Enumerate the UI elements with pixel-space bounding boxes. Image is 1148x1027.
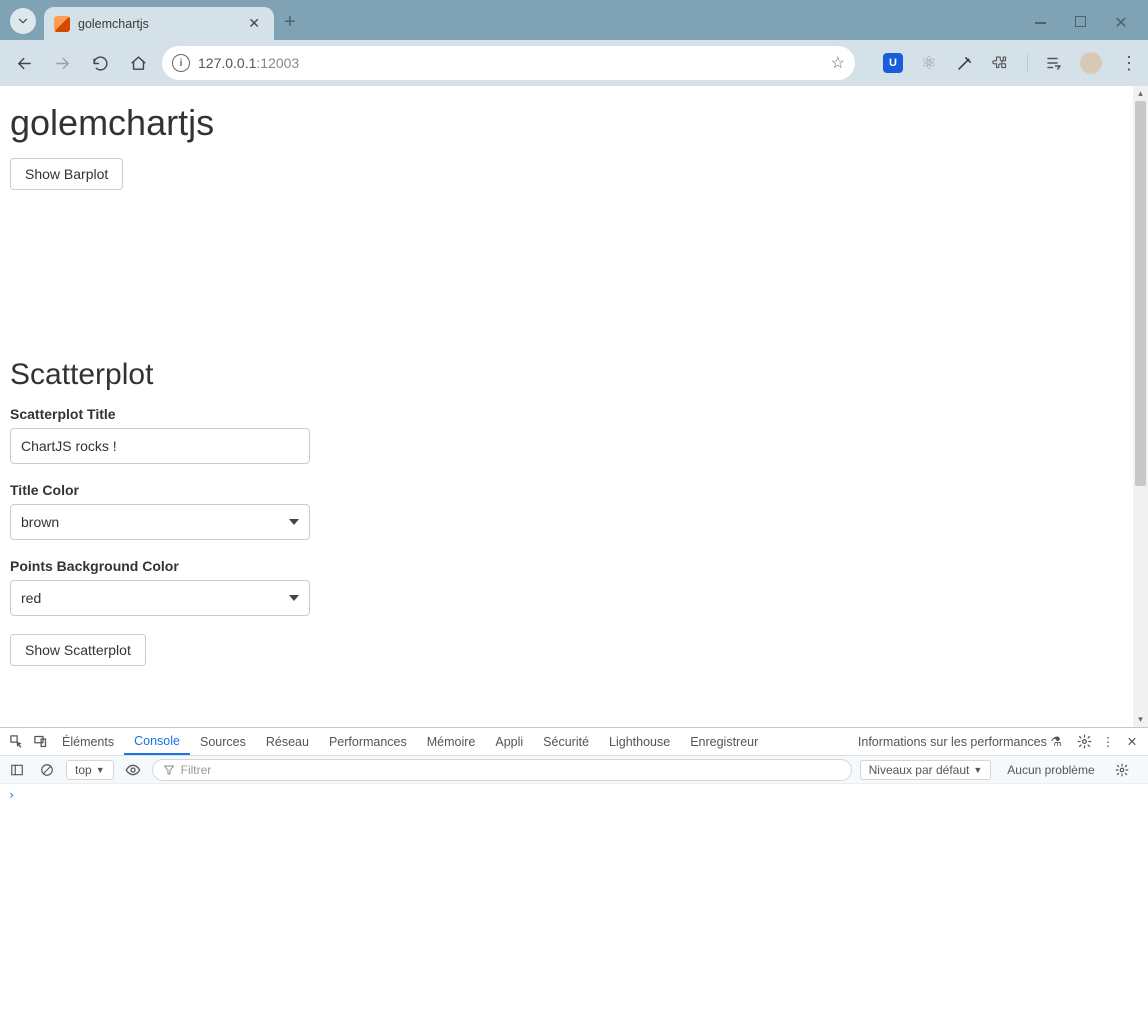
select-value: brown <box>21 514 59 530</box>
tab-search-button[interactable] <box>10 8 36 34</box>
bookmark-star-icon[interactable]: ☆ <box>831 53 845 73</box>
devtools-tab-elements[interactable]: Éléments <box>52 728 124 755</box>
address-bar[interactable]: i 127.0.0.1:12003 ☆ <box>162 46 855 80</box>
select-value: red <box>21 590 41 606</box>
devtools-tab-lighthouse[interactable]: Lighthouse <box>599 728 680 755</box>
devtools-tab-sources[interactable]: Sources <box>190 728 256 755</box>
points-bg-color-label: Points Background Color <box>10 558 1138 574</box>
devtools-panel: Éléments Console Sources Réseau Performa… <box>0 727 1148 1027</box>
devtools-settings-icon[interactable] <box>1072 734 1096 749</box>
chevron-down-icon <box>289 595 299 601</box>
console-issues-link[interactable]: Aucun problème <box>999 763 1102 777</box>
title-color-select[interactable]: brown <box>10 504 310 540</box>
devtools-tab-performance[interactable]: Performances <box>319 728 417 755</box>
scrollbar-thumb[interactable] <box>1135 101 1146 486</box>
browser-tab[interactable]: golemchartjs ✕ <box>44 7 274 40</box>
console-sidebar-toggle-icon[interactable] <box>6 763 28 777</box>
extension-react-devtools-icon[interactable]: ⚛ <box>919 53 939 73</box>
title-color-label: Title Color <box>10 482 1138 498</box>
inspect-element-icon[interactable] <box>4 734 28 749</box>
devtools-tab-perf-insights[interactable]: Informations sur les performances ⚗ <box>848 728 1072 755</box>
show-scatterplot-button[interactable]: Show Scatterplot <box>10 634 146 666</box>
forward-button[interactable] <box>48 49 76 77</box>
input-value: ChartJS rocks ! <box>21 438 117 454</box>
scatterplot-title-input[interactable]: ChartJS rocks ! <box>10 428 310 464</box>
live-expression-icon[interactable] <box>122 762 144 778</box>
window-minimize-button[interactable] <box>1033 16 1047 30</box>
window-maximize-button[interactable] <box>1075 16 1086 27</box>
devtools-tab-console[interactable]: Console <box>124 728 190 755</box>
devtools-tab-memory[interactable]: Mémoire <box>417 728 486 755</box>
extensions-menu-icon[interactable] <box>991 53 1011 73</box>
favicon-icon <box>54 16 70 32</box>
scatterplot-title-label: Scatterplot Title <box>10 406 1138 422</box>
console-settings-icon[interactable] <box>1111 763 1133 777</box>
devtools-menu-icon[interactable]: ⋮ <box>1096 734 1120 749</box>
devtools-tab-security[interactable]: Sécurité <box>533 728 599 755</box>
devtools-tabbar: Éléments Console Sources Réseau Performa… <box>0 728 1148 756</box>
tabstrip: golemchartjs ✕ + <box>0 0 1033 40</box>
tab-close-button[interactable]: ✕ <box>244 15 264 32</box>
new-tab-button[interactable]: + <box>284 11 296 34</box>
extension-icons: U ⚛ ⋮ <box>883 52 1138 74</box>
device-toolbar-icon[interactable] <box>28 734 52 749</box>
points-bg-color-select[interactable]: red <box>10 580 310 616</box>
console-clear-icon[interactable] <box>36 763 58 777</box>
window-close-button[interactable]: ✕ <box>1114 16 1128 30</box>
site-info-icon[interactable]: i <box>172 54 190 72</box>
vertical-scrollbar[interactable]: ▴ ▾ <box>1133 86 1148 727</box>
scroll-down-icon[interactable]: ▾ <box>1133 712 1148 727</box>
reload-button[interactable] <box>86 49 114 77</box>
console-output[interactable]: › <box>0 784 1148 1027</box>
extension-bitwarden-icon[interactable]: U <box>883 53 903 73</box>
browser-toolbar: i 127.0.0.1:12003 ☆ U ⚛ ⋮ <box>0 40 1148 86</box>
console-filter-input[interactable]: Filtrer <box>152 759 852 781</box>
chevron-down-icon <box>289 519 299 525</box>
devtools-tab-recorder[interactable]: Enregistreur <box>680 728 768 755</box>
filter-placeholder: Filtrer <box>181 763 212 777</box>
window-controls: ✕ <box>1033 16 1148 40</box>
browser-menu-button[interactable]: ⋮ <box>1118 53 1138 73</box>
devtools-tab-application[interactable]: Appli <box>485 728 533 755</box>
devtools-tab-network[interactable]: Réseau <box>256 728 319 755</box>
window-titlebar: golemchartjs ✕ + ✕ <box>0 0 1148 40</box>
devtools-close-icon[interactable]: ✕ <box>1120 734 1144 749</box>
show-barplot-button[interactable]: Show Barplot <box>10 158 123 190</box>
home-button[interactable] <box>124 49 152 77</box>
tab-title: golemchartjs <box>78 17 236 31</box>
flask-icon: ⚗ <box>1050 734 1062 750</box>
console-levels-select[interactable]: Niveaux par défaut▼ <box>860 760 992 780</box>
url-text: 127.0.0.1:12003 <box>198 55 823 71</box>
page-title: golemchartjs <box>10 102 1138 144</box>
separator <box>1027 53 1028 73</box>
scroll-up-icon[interactable]: ▴ <box>1133 86 1148 101</box>
back-button[interactable] <box>10 49 38 77</box>
reading-list-icon[interactable] <box>1044 53 1064 73</box>
page-viewport: golemchartjs Show Barplot Scatterplot Sc… <box>0 86 1148 727</box>
console-context-select[interactable]: top▼ <box>66 760 114 780</box>
profile-avatar-icon[interactable] <box>1080 52 1102 74</box>
scatterplot-section-title: Scatterplot <box>10 358 1138 392</box>
console-prompt-icon: › <box>8 788 15 802</box>
console-toolbar: top▼ Filtrer Niveaux par défaut▼ Aucun p… <box>0 756 1148 784</box>
extension-colorpicker-icon[interactable] <box>955 53 975 73</box>
